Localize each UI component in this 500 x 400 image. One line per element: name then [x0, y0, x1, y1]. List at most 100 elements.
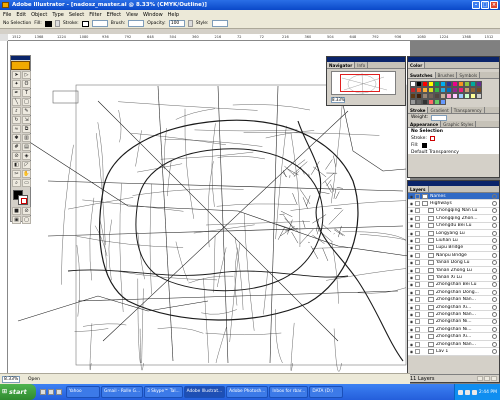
layer-row[interactable]: ◉ Longyang Lu — [408, 229, 499, 238]
layer-target-icon[interactable] — [492, 282, 497, 288]
vertical-ruler[interactable] — [0, 41, 8, 373]
layer-target-icon[interactable] — [492, 319, 497, 325]
visibility-eye-icon[interactable]: ◉ — [408, 268, 415, 273]
symbol-sprayer-tool-icon[interactable]: ✱ — [12, 134, 21, 142]
tray-security-icon[interactable] — [471, 389, 477, 395]
close-button[interactable]: × — [490, 1, 498, 9]
quick-launch-icon[interactable] — [56, 389, 62, 395]
fullscreen-mode-icon[interactable]: ▢ — [22, 216, 31, 224]
layer-row[interactable]: ◉ Zhongshan Nan... — [408, 296, 499, 304]
tab-transparency[interactable]: Transparency — [452, 107, 485, 113]
appearance-fill-row[interactable]: Fill: — [408, 142, 499, 149]
menu-filter[interactable]: Filter — [89, 12, 101, 18]
layer-row[interactable]: ◉ Nanpu Bridge — [408, 252, 499, 260]
lock-toggle-icon[interactable] — [415, 193, 420, 199]
menu-window[interactable]: Window — [143, 12, 163, 18]
layer-row[interactable]: ◉ Yanan Zhong Lu — [408, 266, 499, 275]
menu-object[interactable]: Object — [31, 12, 47, 18]
visibility-eye-icon[interactable]: ◉ — [408, 349, 415, 354]
style-field[interactable] — [211, 20, 228, 27]
layer-target-icon[interactable] — [492, 215, 497, 221]
layer-target-icon[interactable] — [492, 304, 497, 310]
color-swatch[interactable] — [440, 99, 446, 105]
visibility-eye-icon[interactable]: ◉ — [408, 216, 415, 221]
weight-input[interactable] — [431, 114, 448, 121]
rectangle-tool-icon[interactable]: □ — [22, 98, 31, 106]
layer-target-icon[interactable] — [492, 201, 497, 207]
new-layer-icon[interactable] — [484, 376, 490, 381]
lock-toggle-icon[interactable] — [415, 297, 420, 303]
lock-toggle-icon[interactable] — [415, 304, 420, 310]
tray-network-icon[interactable] — [457, 389, 463, 395]
layer-target-icon[interactable] — [492, 223, 497, 229]
minimize-button[interactable]: – — [472, 1, 480, 9]
quick-launch-icon[interactable] — [40, 389, 46, 395]
tab-stroke[interactable]: Stroke — [408, 107, 429, 113]
stroke-weight-field[interactable] — [91, 20, 108, 27]
visibility-eye-icon[interactable]: ◉ — [408, 342, 415, 347]
tab-gradient[interactable]: Gradient — [428, 107, 452, 113]
pencil-tool-icon[interactable]: ✎ — [22, 107, 31, 115]
tab-navigator[interactable]: Navigator — [327, 62, 356, 68]
eraser-tool-icon[interactable]: ▭ — [22, 179, 31, 187]
layer-target-icon[interactable] — [492, 260, 497, 266]
visibility-eye-icon[interactable]: ◉ — [408, 334, 415, 339]
navigator-zoom-field[interactable]: 8.33% — [331, 97, 345, 103]
screen-mode-icon[interactable]: ▣ — [12, 216, 21, 224]
layer-target-icon[interactable] — [492, 334, 497, 340]
lasso-tool-icon[interactable]: ʘ — [22, 80, 31, 88]
layer-row[interactable]: ◉ Lupu Bridge — [408, 244, 499, 253]
eyedropper-tool-icon[interactable]: ⊘ — [12, 152, 21, 160]
visibility-eye-icon[interactable]: ◉ — [408, 231, 415, 236]
layer-row[interactable]: ◉ Zhongshan Ni... — [408, 326, 499, 334]
appearance-transparency-row[interactable]: Default Transparency — [408, 149, 499, 156]
visibility-eye-icon[interactable]: ◉ — [408, 282, 415, 287]
appearance-stroke-row[interactable]: Stroke: — [408, 135, 499, 142]
menu-select[interactable]: Select — [69, 12, 84, 18]
layer-row[interactable]: ◉ Chongqing Nan Lu — [408, 207, 499, 216]
layer-row[interactable]: ◉ Zhongshan Nan... — [408, 340, 499, 349]
tab-graphic-styles[interactable]: Graphic Styles — [441, 121, 477, 127]
opacity-dropdown[interactable] — [187, 20, 193, 27]
lock-toggle-icon[interactable] — [415, 311, 420, 317]
navigator-preview[interactable] — [331, 71, 396, 95]
lock-toggle-icon[interactable] — [415, 238, 420, 244]
lock-toggle-icon[interactable] — [415, 326, 420, 332]
scale-tool-icon[interactable]: ⇲ — [22, 116, 31, 124]
menu-type[interactable]: Type — [52, 12, 63, 18]
warp-tool-icon[interactable]: ≈ — [12, 125, 21, 133]
opacity-field[interactable]: 100 — [168, 20, 185, 27]
tab-brushes[interactable]: Brushes — [436, 72, 458, 78]
layer-target-icon[interactable] — [492, 348, 497, 354]
layer-target-icon[interactable] — [492, 252, 497, 258]
pen-tool-icon[interactable]: ✒ — [12, 89, 21, 97]
lock-toggle-icon[interactable] — [415, 282, 420, 288]
layer-target-icon[interactable] — [492, 238, 497, 244]
zoom-level-field[interactable]: 8.33% — [2, 375, 20, 383]
status-info[interactable]: Open — [28, 377, 40, 382]
menu-view[interactable]: View — [126, 12, 138, 18]
taskbar-item-inbox[interactable]: Inbox for rbar... — [269, 386, 309, 398]
visibility-eye-icon[interactable]: ◉ — [408, 208, 415, 213]
lock-toggle-icon[interactable] — [415, 274, 420, 280]
layer-target-icon[interactable] — [492, 193, 497, 199]
color-swatch[interactable] — [476, 93, 482, 99]
menu-edit[interactable]: Edit — [16, 12, 26, 18]
lock-toggle-icon[interactable] — [415, 334, 420, 340]
layer-target-icon[interactable] — [492, 267, 497, 273]
taskbar-item-skype[interactable]: 3 Skype™ Tal... — [144, 386, 183, 398]
layer-row[interactable]: ◉ Yanan Xi Lu — [408, 274, 499, 282]
fill-stroke-indicator[interactable] — [11, 189, 30, 207]
paintbrush-tool-icon[interactable]: ɾ — [12, 107, 21, 115]
layer-target-icon[interactable] — [492, 341, 497, 347]
layer-row[interactable]: ◉ Highways — [408, 200, 499, 208]
visibility-eye-icon[interactable]: ◉ — [408, 260, 415, 265]
free-transform-tool-icon[interactable]: ⧉ — [22, 125, 31, 133]
menu-help[interactable]: Help — [168, 12, 179, 18]
start-button[interactable]: start — [0, 384, 36, 400]
rotate-tool-icon[interactable]: ↻ — [12, 116, 21, 124]
tab-layers[interactable]: Layers — [408, 186, 429, 192]
lock-toggle-icon[interactable] — [415, 223, 420, 229]
lock-toggle-icon[interactable] — [415, 260, 420, 266]
visibility-eye-icon[interactable]: ◉ — [408, 305, 415, 310]
